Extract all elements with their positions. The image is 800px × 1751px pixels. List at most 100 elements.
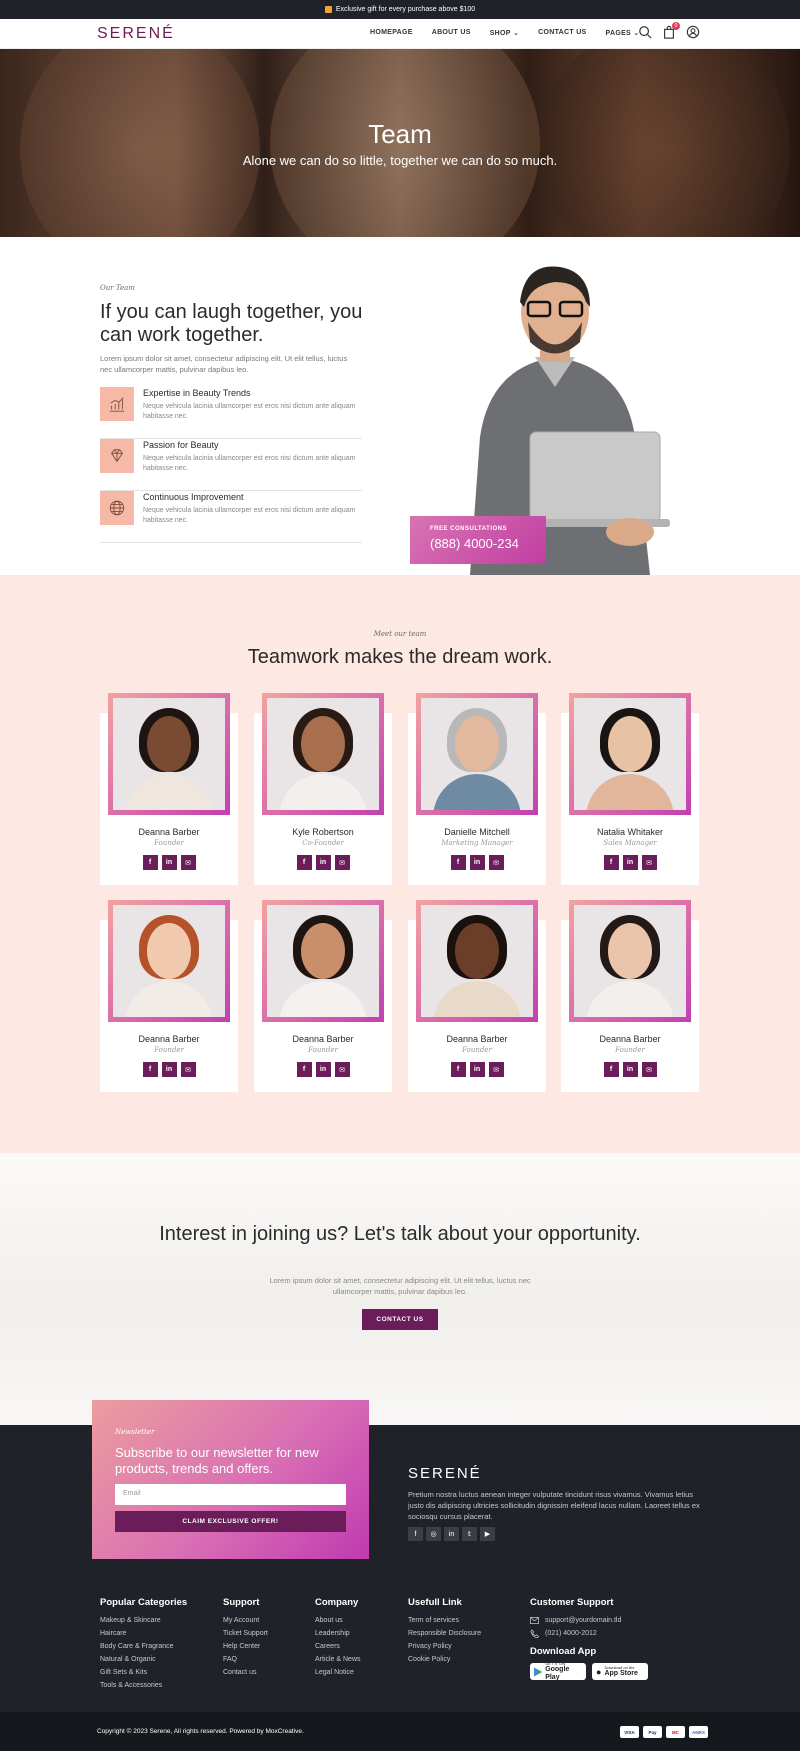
footer-link[interactable]: Term of services — [408, 1614, 481, 1627]
linkedin-icon[interactable]: in — [161, 855, 177, 870]
app-store-big: App Store — [604, 1670, 638, 1677]
cart-button[interactable]: 0 — [662, 22, 680, 44]
footer-link[interactable]: Gift Sets & Kits — [100, 1666, 187, 1679]
hero-subtitle: Alone we can do so little, together we c… — [242, 153, 558, 168]
linkedin-icon[interactable]: in — [161, 1062, 177, 1077]
email-icon[interactable]: ✉ — [488, 855, 504, 870]
footer-social-links: f ◎ in 𝕥 ▶ — [408, 1527, 495, 1541]
facebook-icon[interactable]: f — [450, 1062, 466, 1077]
facebook-icon[interactable]: f — [603, 1062, 619, 1077]
support-email-row[interactable]: support@yourdomain.tld — [530, 1614, 648, 1627]
footer-link[interactable]: Leadership — [315, 1627, 361, 1640]
email-icon[interactable]: ✉ — [641, 1062, 657, 1077]
contact-us-button[interactable]: CONTACT US — [362, 1309, 438, 1330]
main-header: SERENÉ HOMEPAGE ABOUT US SHOP ⌄ CONTACT … — [0, 19, 800, 49]
member-name: Deanna Barber — [138, 1034, 200, 1044]
consultation-phone[interactable]: (888) 4000-234 — [430, 536, 526, 551]
linkedin-icon[interactable]: in — [622, 855, 638, 870]
email-icon[interactable]: ✉ — [180, 855, 196, 870]
member-role: Founder — [308, 1046, 338, 1054]
feature-item: Continuous Improvement Neque vehicula la… — [100, 491, 362, 543]
footer-link[interactable]: Body Care & Fragrance — [100, 1640, 187, 1653]
join-text: Lorem ipsum dolor sit amet, consectetur … — [269, 1276, 531, 1296]
linkedin-icon[interactable]: in — [315, 855, 331, 870]
footer-link[interactable]: Cookie Policy — [408, 1653, 481, 1666]
email-icon[interactable]: ✉ — [488, 1062, 504, 1077]
instagram-icon[interactable]: ◎ — [426, 1527, 441, 1541]
facebook-icon[interactable]: f — [142, 1062, 158, 1077]
claim-offer-button[interactable]: CLAIM EXCLUSIVE OFFER! — [115, 1511, 346, 1532]
member-photo — [113, 905, 225, 1017]
footer-link[interactable]: Haircare — [100, 1627, 187, 1640]
menu-item-homepage[interactable]: HOMEPAGE — [370, 29, 413, 37]
site-logo[interactable]: SERENÉ — [97, 25, 175, 43]
menu-item-shop[interactable]: SHOP ⌄ — [490, 29, 519, 37]
menu-item-contact[interactable]: CONTACT US — [538, 29, 586, 37]
email-field[interactable]: Email — [115, 1484, 346, 1505]
footer-link[interactable]: Natural & Organic — [100, 1653, 187, 1666]
newsletter-title: Subscribe to our newsletter for new prod… — [115, 1445, 319, 1476]
facebook-icon[interactable]: f — [408, 1527, 423, 1541]
linkedin-icon[interactable]: in — [469, 855, 485, 870]
footer-link[interactable]: Privacy Policy — [408, 1640, 481, 1653]
member-photo-frame — [262, 900, 384, 1022]
linkedin-icon[interactable]: in — [622, 1062, 638, 1077]
footer-column-company: Company About us Leadership Careers Arti… — [315, 1597, 361, 1679]
youtube-icon[interactable]: ▶ — [480, 1527, 495, 1541]
member-name: Deanna Barber — [138, 827, 200, 837]
app-store-badge[interactable]: ● Download on the App Store — [592, 1663, 648, 1680]
member-role: Co-Founder — [302, 839, 344, 847]
twitter-icon[interactable]: 𝕥 — [462, 1527, 477, 1541]
join-us-section: Interest in joining us? Let's talk about… — [0, 1153, 800, 1425]
facebook-icon[interactable]: f — [603, 855, 619, 870]
user-icon[interactable] — [686, 25, 700, 39]
team-member-card: Deanna Barber Founder f in ✉ — [561, 900, 699, 1092]
linkedin-icon[interactable]: in — [315, 1062, 331, 1077]
search-icon[interactable] — [638, 25, 652, 39]
footer-link[interactable]: FAQ — [223, 1653, 268, 1666]
footer-link[interactable]: Tools & Accessories — [100, 1679, 187, 1692]
gift-icon — [324, 6, 332, 13]
email-icon[interactable]: ✉ — [334, 1062, 350, 1077]
team-member-card: Danielle Mitchell Marketing Manager f in ✉ — [408, 693, 546, 885]
member-face — [608, 923, 652, 979]
menu-item-pages[interactable]: PAGES ⌄ — [606, 29, 640, 37]
menu-item-about[interactable]: ABOUT US — [432, 29, 471, 37]
team-member-card: Deanna Barber Founder f in ✉ — [100, 693, 238, 885]
support-email: support@yourdomain.tld — [545, 1617, 622, 1624]
email-icon[interactable]: ✉ — [641, 855, 657, 870]
footer-link[interactable]: Careers — [315, 1640, 361, 1653]
member-role: Sales Manager — [603, 839, 657, 847]
section-title: Teamwork makes the dream work. — [247, 646, 553, 668]
footer-link[interactable]: Contact us — [223, 1666, 268, 1679]
footer-link[interactable]: Help Center — [223, 1640, 268, 1653]
facebook-icon[interactable]: f — [142, 855, 158, 870]
footer-link[interactable]: Legal Notice — [315, 1666, 361, 1679]
consultation-card[interactable]: FREE CONSULTATIONS (888) 4000-234 — [410, 516, 546, 564]
footer-link[interactable]: About us — [315, 1614, 361, 1627]
support-phone-row[interactable]: (021) 4000-2012 — [530, 1627, 648, 1640]
email-icon[interactable]: ✉ — [334, 855, 350, 870]
linkedin-icon[interactable]: in — [444, 1527, 459, 1541]
facebook-icon[interactable]: f — [450, 855, 466, 870]
member-body — [279, 981, 367, 1017]
footer-link[interactable]: Ticket Support — [223, 1627, 268, 1640]
footer-link[interactable]: Article & News — [315, 1653, 361, 1666]
feature-title: Passion for Beauty — [143, 440, 219, 450]
member-social-links: f in ✉ — [561, 855, 699, 870]
feature-item: Passion for Beauty Neque vehicula lacini… — [100, 439, 362, 491]
google-play-badge[interactable]: GET IT ON Google Play — [530, 1661, 586, 1681]
email-icon[interactable]: ✉ — [180, 1062, 196, 1077]
linkedin-icon[interactable]: in — [469, 1062, 485, 1077]
copyright-bar: Copyright © 2023 Serene, All rights rese… — [0, 1712, 800, 1751]
support-phone: (021) 4000-2012 — [545, 1630, 597, 1637]
member-face — [301, 923, 345, 979]
footer-link[interactable]: Makeup & Skincare — [100, 1614, 187, 1627]
footer-logo[interactable]: SERENÉ — [408, 1465, 482, 1482]
member-role: Founder — [462, 1046, 492, 1054]
member-body — [586, 774, 674, 810]
footer-link[interactable]: My Account — [223, 1614, 268, 1627]
facebook-icon[interactable]: f — [296, 855, 312, 870]
footer-link[interactable]: Responsible Disclosure — [408, 1627, 481, 1640]
facebook-icon[interactable]: f — [296, 1062, 312, 1077]
